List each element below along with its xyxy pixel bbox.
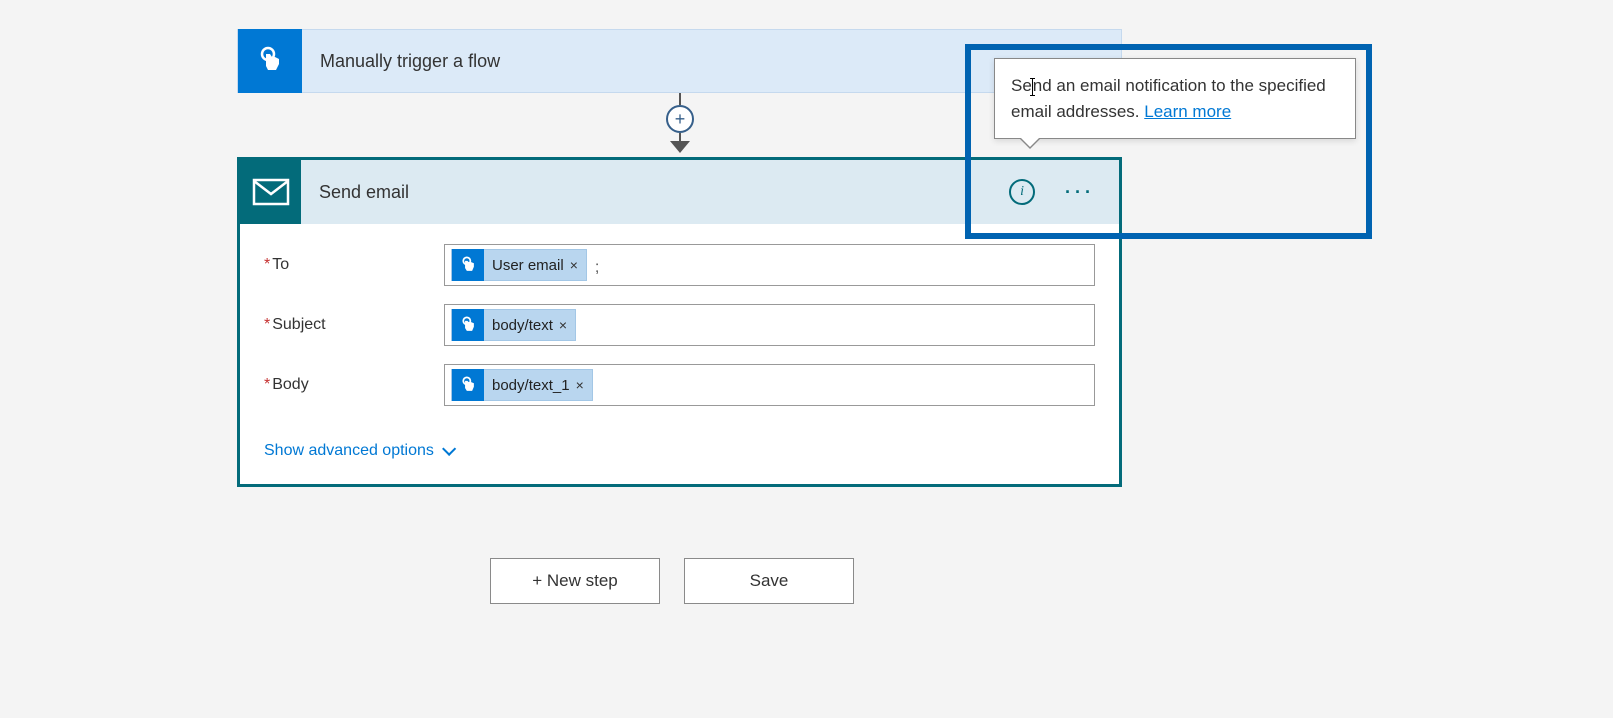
mail-icon	[240, 160, 301, 224]
action-header[interactable]: Send email i ···	[240, 160, 1119, 224]
close-icon[interactable]: ×	[559, 317, 567, 333]
separator-text: ;	[593, 259, 599, 281]
new-step-button[interactable]: + New step	[490, 558, 660, 604]
tooltip-arrow-icon	[1019, 138, 1041, 149]
field-row-body: *Body body/text_1 ×	[264, 364, 1095, 406]
chevron-down-icon	[442, 442, 456, 456]
field-row-subject: *Subject body/text ×	[264, 304, 1095, 346]
action-title: Send email	[301, 182, 1009, 203]
action-card-send-email: Send email i ··· *To User email	[237, 157, 1122, 487]
field-label-body: *Body	[264, 376, 444, 394]
action-body: *To User email × ;	[240, 224, 1119, 484]
trigger-card[interactable]: Manually trigger a flow	[237, 29, 1122, 93]
info-icon[interactable]: i	[1009, 179, 1035, 205]
footer-buttons: + New step Save	[490, 558, 854, 604]
token-user-email[interactable]: User email ×	[451, 249, 587, 281]
trigger-title: Manually trigger a flow	[302, 51, 500, 72]
info-tooltip: Send an email notification to the specif…	[994, 58, 1356, 139]
touch-icon	[452, 369, 484, 401]
body-input[interactable]: body/text_1 ×	[444, 364, 1095, 406]
touch-icon	[452, 249, 484, 281]
token-label: body/text	[492, 317, 553, 334]
arrow-down-icon	[670, 141, 690, 153]
text-cursor-icon	[1032, 79, 1033, 95]
subject-input[interactable]: body/text ×	[444, 304, 1095, 346]
field-label-subject: *Subject	[264, 316, 444, 334]
to-input[interactable]: User email × ;	[444, 244, 1095, 286]
token-body-text-1[interactable]: body/text_1 ×	[451, 369, 593, 401]
touch-icon	[238, 29, 302, 93]
learn-more-link[interactable]: Learn more	[1144, 102, 1231, 121]
flow-designer-canvas: Manually trigger a flow + Send email i ·…	[0, 0, 1613, 718]
token-label: User email	[492, 257, 564, 274]
close-icon[interactable]: ×	[570, 257, 578, 273]
field-row-to: *To User email × ;	[264, 244, 1095, 286]
show-advanced-options-link[interactable]: Show advanced options	[264, 442, 452, 460]
more-options-icon[interactable]: ···	[1065, 182, 1095, 203]
insert-step-button[interactable]: +	[666, 105, 694, 133]
flow-connector: +	[670, 93, 690, 157]
touch-icon	[452, 309, 484, 341]
token-body-text[interactable]: body/text ×	[451, 309, 576, 341]
save-button[interactable]: Save	[684, 558, 854, 604]
tooltip-text-before: Se	[1011, 76, 1032, 95]
close-icon[interactable]: ×	[576, 377, 584, 393]
token-label: body/text_1	[492, 377, 570, 394]
field-label-to: *To	[264, 256, 444, 274]
